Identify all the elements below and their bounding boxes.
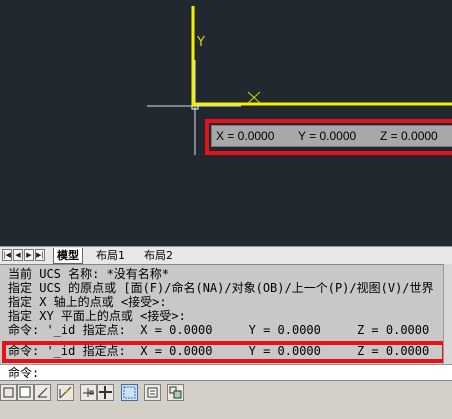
- drawing-viewport[interactable]: Y X = 0.0000 Y = 0.0000 Z = 0.0000: [0, 0, 452, 246]
- command-line[interactable]: 命令:: [0, 364, 452, 381]
- command-scrollbar[interactable]: [443, 264, 452, 364]
- tab-layout2[interactable]: 布局2: [141, 248, 176, 263]
- dyn-icon[interactable]: [144, 384, 161, 401]
- snap-icon[interactable]: [0, 384, 17, 401]
- coord-x: X = 0.0000: [216, 129, 275, 143]
- coord-y: Y = 0.0000: [298, 129, 357, 143]
- last-tab-icon[interactable]: ▶|: [35, 249, 45, 261]
- tab-model[interactable]: 模型: [53, 248, 83, 264]
- history-line: 命令: '_id 指定点: X = 0.0000 Y = 0.0000 Z = …: [8, 323, 430, 337]
- next-tab-icon[interactable]: ▶: [24, 249, 34, 261]
- osnap-icon[interactable]: [80, 384, 97, 401]
- polar-icon[interactable]: [57, 384, 74, 401]
- history-line: 指定 UCS 的原点或 [面(F)/命名(NA)/对象(OB)/上一个(P)/视…: [8, 281, 434, 295]
- tab-layout1[interactable]: 布局1: [93, 248, 128, 263]
- prev-tab-icon[interactable]: ◀: [13, 249, 23, 261]
- ducs-icon[interactable]: [121, 384, 138, 401]
- ortho-icon[interactable]: [34, 384, 51, 401]
- history-line: 命令: '_id 指定点: X = 0.0000 Y = 0.0000 Z = …: [8, 344, 430, 358]
- otrack-icon[interactable]: [97, 384, 114, 401]
- coord-z: Z = 0.0000: [380, 129, 438, 143]
- history-line: 当前 UCS 名称: *没有名称*: [8, 267, 170, 281]
- grid-icon[interactable]: [17, 384, 34, 401]
- command-history: 当前 UCS 名称: *没有名称* 指定 UCS 的原点或 [面(F)/命名(N…: [0, 264, 452, 365]
- ucs-y-label: Y: [197, 35, 205, 50]
- coordinate-readout: X = 0.0000 Y = 0.0000 Z = 0.0000: [211, 125, 452, 147]
- history-line: 指定 XY 平面上的点或 <接受>:: [8, 309, 186, 323]
- history-line: 指定 X 轴上的点或 <接受>:: [8, 295, 167, 309]
- first-tab-icon[interactable]: |◀: [2, 249, 12, 261]
- status-bar: [0, 380, 452, 419]
- quickprops-icon[interactable]: [167, 384, 184, 401]
- command-prompt: 命令:: [8, 366, 40, 380]
- layout-tab-bar: |◀ ◀ ▶ ▶| 模型 布局1 布局2: [0, 246, 452, 264]
